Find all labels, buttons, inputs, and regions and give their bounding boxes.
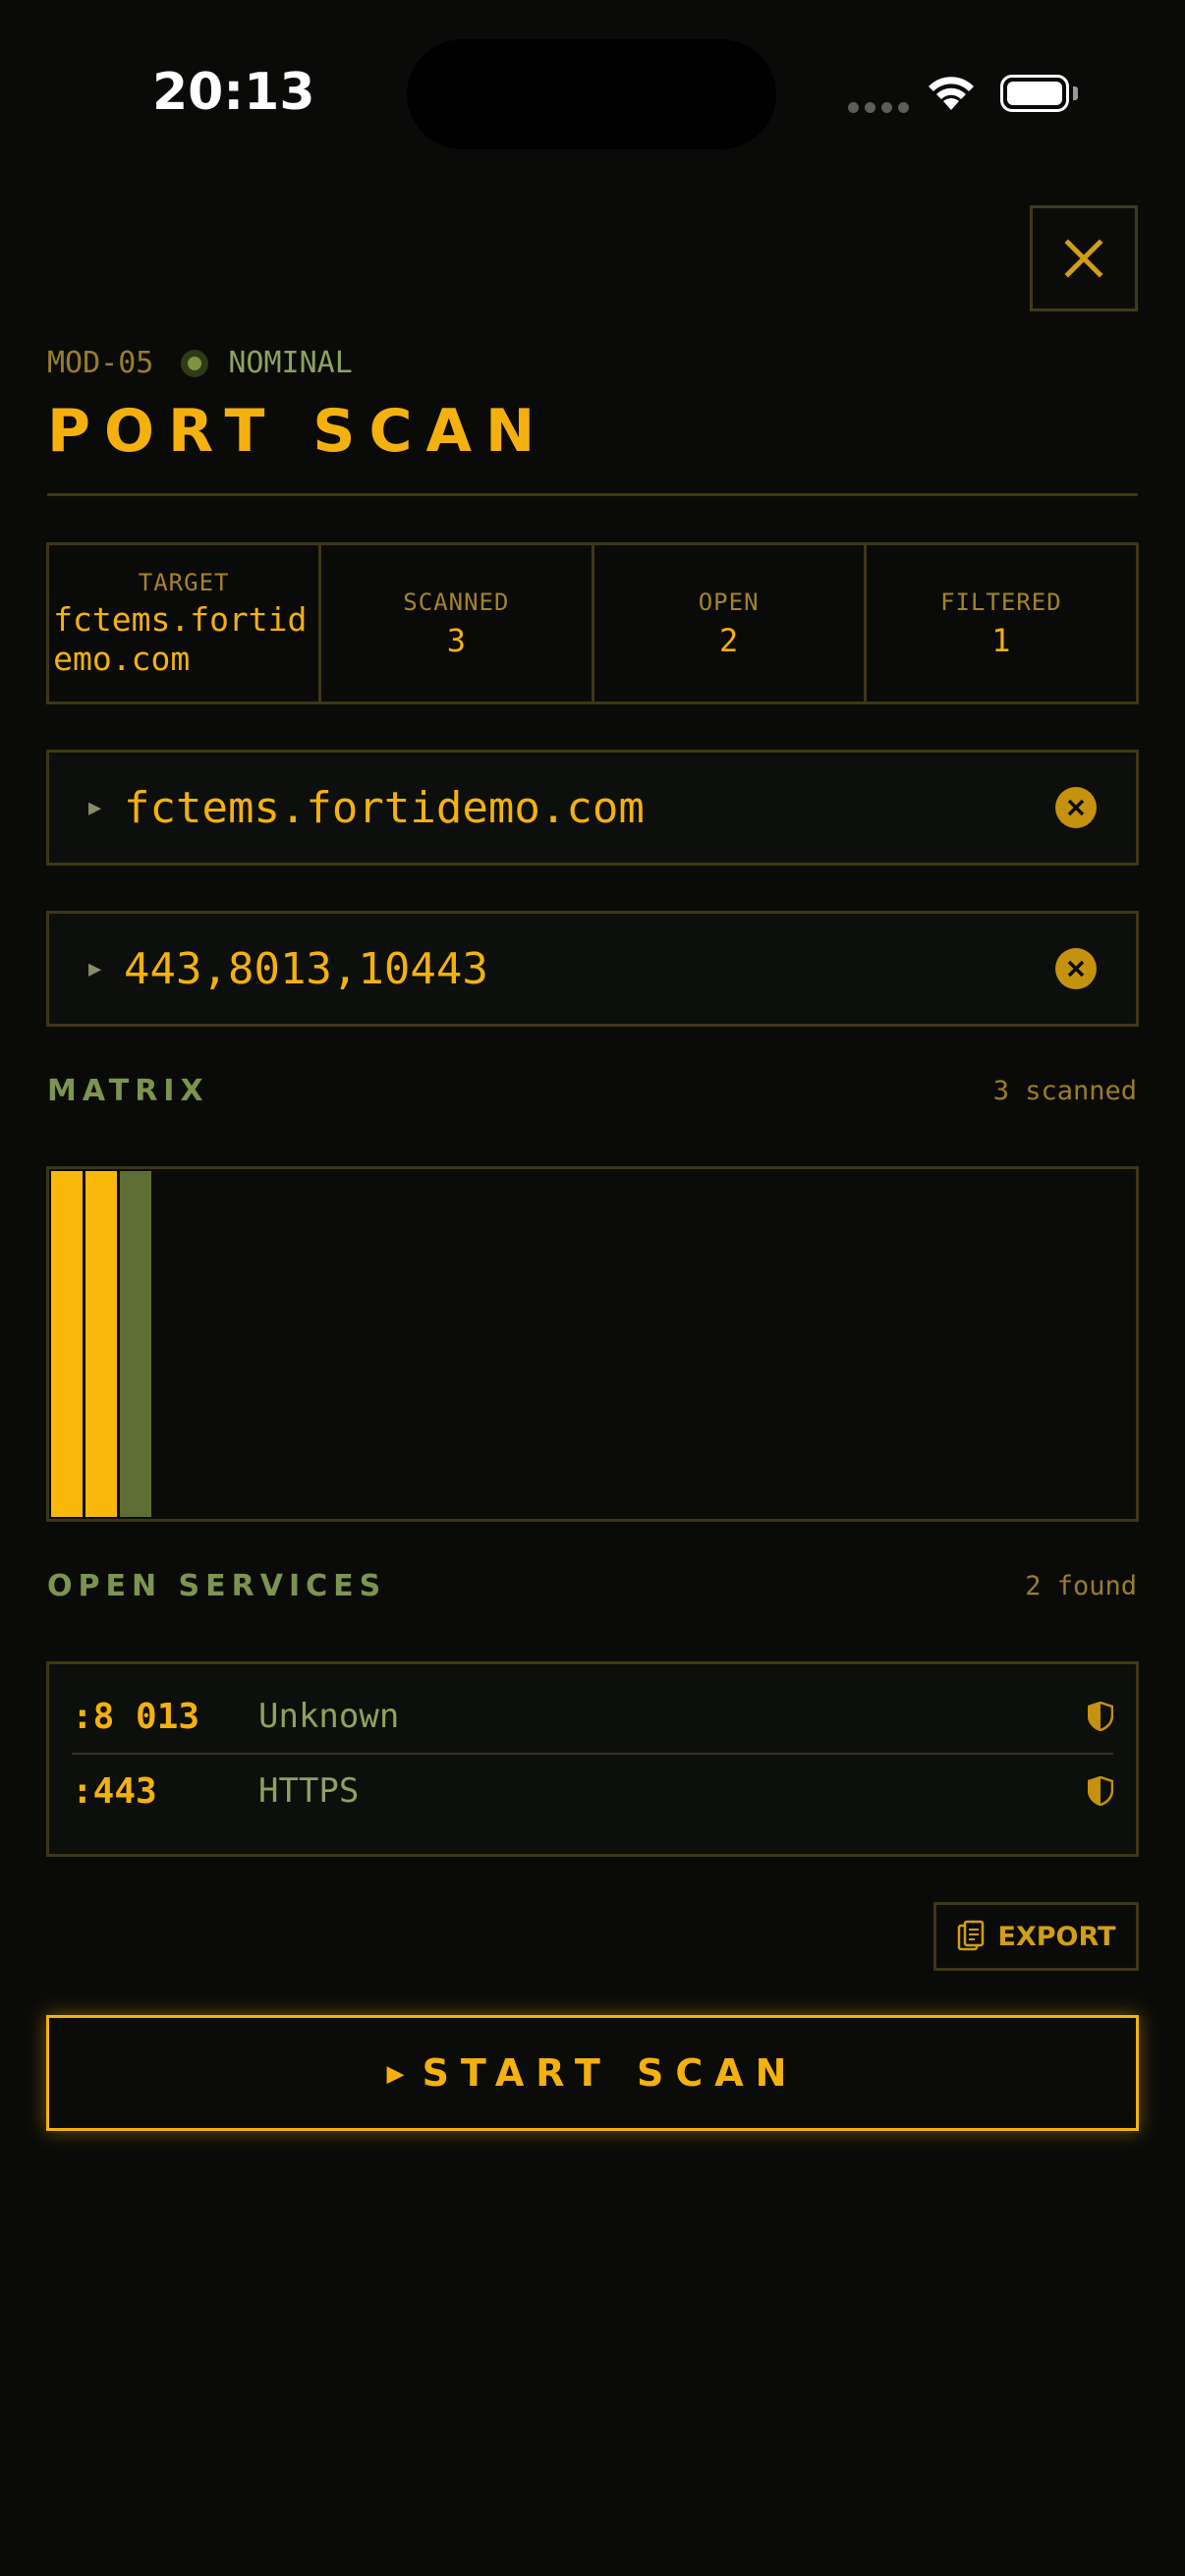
clear-ports-button[interactable] [1055,948,1097,989]
clear-icon [1067,960,1085,978]
stat-value: 1 [991,621,1011,659]
status-time: 20:13 [152,63,315,122]
export-button[interactable]: EXPORT [933,1902,1139,1971]
stat-label: OPEN [698,588,760,616]
shield-icon [1084,1776,1113,1806]
services-title: OPEN SERVICES [47,1569,387,1603]
matrix-count: 3 scanned [992,1076,1137,1106]
start-scan-button[interactable]: ▶ START SCAN [46,2015,1139,2131]
matrix-title: MATRIX [47,1074,209,1108]
cellular-signal-icon [848,102,909,113]
battery-nub [1073,86,1078,100]
prompt-caret-icon: ▶ [88,956,102,981]
prompt-caret-icon: ▶ [88,795,102,820]
stat-value: 3 [446,621,466,659]
page-title: PORT SCAN [47,397,549,466]
stat-filtered: FILTERED 1 [867,545,1136,701]
service-name: Unknown [258,1697,400,1736]
stat-open: OPEN 2 [594,545,867,701]
services-list: :8 013 Unknown :443 HTTPS [46,1661,1139,1857]
host-input[interactable]: ▶ fctems.fortidemo.com [46,750,1139,866]
stat-label: SCANNED [403,588,510,616]
stats-panel: TARGET fctems.fortidemo.com SCANNED 3 OP… [46,542,1139,704]
list-item[interactable]: :443 HTTPS [72,1755,1113,1827]
stat-scanned: SCANNED 3 [321,545,594,701]
matrix-cell-filtered [120,1171,151,1517]
module-status-row: MOD-05 NOMINAL [47,346,353,380]
status-indicator-icon [181,349,209,377]
port-matrix [46,1166,1139,1522]
module-status: NOMINAL [228,346,353,380]
service-port: :443 [72,1770,157,1812]
host-input-value[interactable]: fctems.fortidemo.com [124,783,1055,833]
clipboard-icon [957,1920,984,1951]
list-item[interactable]: :8 013 Unknown [72,1680,1113,1755]
matrix-cell-open [85,1171,117,1517]
header-divider [47,493,1138,496]
shield-icon [1084,1702,1113,1731]
ports-input[interactable]: ▶ 443,8013,10443 [46,911,1139,1027]
stat-value: fctems.fortidemo.com [53,599,308,678]
clear-host-button[interactable] [1055,787,1097,828]
ports-input-value[interactable]: 443,8013,10443 [124,944,1055,994]
stat-label: FILTERED [940,588,1062,616]
stat-target: TARGET fctems.fortidemo.com [49,545,322,701]
close-button[interactable] [1030,205,1138,311]
module-id: MOD-05 [47,346,154,380]
play-icon: ▶ [386,2055,405,2091]
services-count: 2 found [1025,1571,1137,1601]
start-scan-label: START SCAN [422,2051,799,2095]
stat-value: 2 [718,621,739,659]
matrix-cell-open [51,1171,83,1517]
stat-label: TARGET [138,568,230,596]
wifi-icon [924,73,979,116]
close-icon [1064,239,1103,278]
clear-icon [1067,799,1085,816]
service-port: :8 013 [72,1696,200,1737]
battery-icon [1000,75,1069,112]
export-label: EXPORT [997,1921,1116,1952]
dynamic-island [407,39,776,149]
service-name: HTTPS [258,1771,360,1811]
